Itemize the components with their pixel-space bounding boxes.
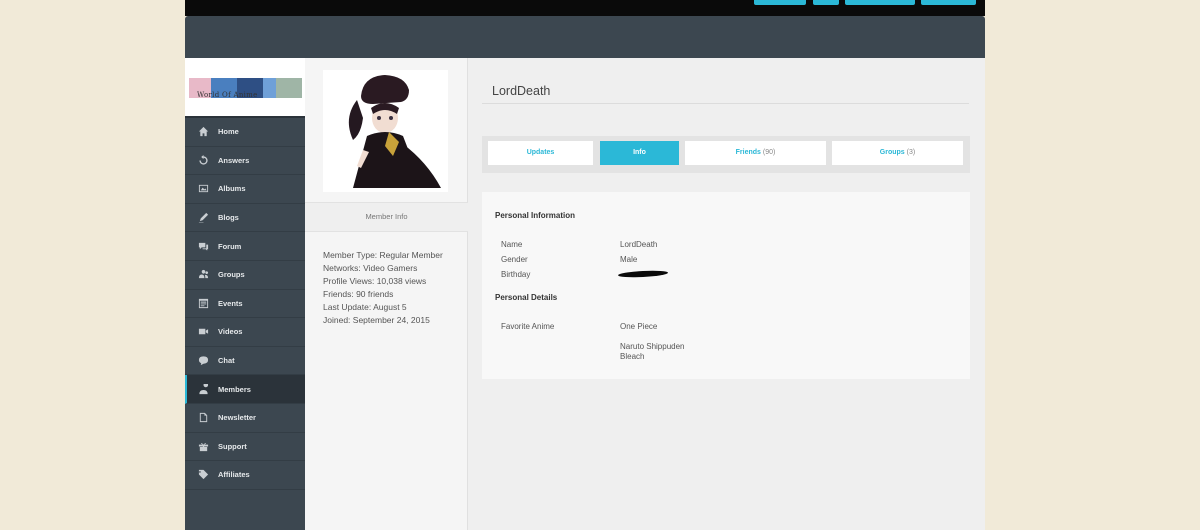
member-info-header: Member Info: [305, 202, 468, 232]
favorite-anime-3: Bleach: [620, 352, 645, 361]
personal-information-heading: Personal Information: [495, 211, 576, 220]
sidebar-item-label: Forum: [218, 241, 242, 251]
favorite-anime-2: Naruto Shippuden: [620, 342, 685, 351]
video-camera-icon: [196, 326, 210, 338]
gender-value: Male: [620, 255, 638, 264]
sidebar-item-label: Videos: [218, 327, 243, 337]
profile-tabs: Updates Info Friends (90) Groups (3): [482, 136, 970, 173]
sidebar: World Of Anime Home Answers Albums Blogs For…: [185, 58, 305, 530]
logo-art-5: [276, 78, 302, 98]
tab-info[interactable]: Info: [600, 141, 679, 165]
sidebar-item-chat[interactable]: Chat: [185, 347, 305, 376]
member-info-list: Member Type: Regular Member Networks: Vi…: [323, 249, 443, 327]
divider: [482, 103, 969, 104]
pen-icon: [196, 212, 210, 224]
tab-friends-count: (90): [762, 149, 776, 156]
sidebar-item-home[interactable]: Home: [185, 118, 305, 147]
document-icon: [196, 412, 210, 424]
sidebar-item-label: Events: [218, 298, 243, 308]
tab-groups[interactable]: Groups (3): [832, 141, 963, 165]
birthday-redaction: [617, 269, 669, 279]
sidebar-item-label: Answers: [218, 155, 250, 165]
sidebar-item-label: Chat: [218, 356, 235, 366]
tab-updates-label: Updates: [526, 149, 555, 156]
name-label: Name: [501, 240, 523, 249]
profile-main: LordDeath Updates Info Friends (90) Grou…: [468, 58, 985, 530]
tab-updates[interactable]: Updates: [488, 141, 593, 165]
profile-username: LordDeath: [492, 84, 551, 98]
birthday-label: Birthday: [501, 270, 531, 279]
sidebar-item-groups[interactable]: Groups: [185, 261, 305, 290]
chat-bubble-icon: [196, 355, 210, 367]
last-update: Last Update: August 5: [323, 302, 407, 312]
tab-groups-label: Groups: [879, 149, 905, 156]
top-nav-button-2[interactable]: [813, 0, 839, 5]
sidebar-item-label: Home: [218, 127, 239, 137]
gift-icon: [196, 440, 210, 452]
member-info-column: Member Info Member Type: Regular Member …: [305, 58, 468, 530]
tag-icon: [196, 469, 210, 481]
sidebar-item-label: Members: [218, 384, 251, 394]
sidebar-item-members[interactable]: Members: [185, 375, 305, 404]
name-value: LordDeath: [620, 240, 658, 249]
top-nav-button-3[interactable]: [845, 0, 915, 5]
sidebar-item-blogs[interactable]: Blogs: [185, 204, 305, 233]
refresh-icon: [196, 154, 210, 166]
tab-friends-label: Friends: [735, 149, 761, 156]
tab-friends[interactable]: Friends (90): [685, 141, 826, 165]
member-type: Member Type: Regular Member: [323, 250, 443, 260]
home-icon: [196, 126, 210, 138]
sidebar-item-events[interactable]: Events: [185, 290, 305, 319]
member-icon: [196, 383, 210, 395]
tab-info-label: Info: [633, 149, 646, 156]
sidebar-item-albums[interactable]: Albums: [185, 175, 305, 204]
sidebar-item-support[interactable]: Support: [185, 433, 305, 462]
sidebar-item-forum[interactable]: Forum: [185, 232, 305, 261]
profile-views: Profile Views: 10,038 views: [323, 276, 427, 286]
calendar-list-icon: [196, 297, 210, 309]
top-bar: [185, 0, 985, 16]
friends-count: Friends: 90 friends: [323, 289, 394, 299]
logo-wordmark: World Of Anime: [197, 91, 258, 99]
sidebar-item-label: Albums: [218, 184, 246, 194]
sidebar-item-affiliates[interactable]: Affiliates: [185, 461, 305, 490]
member-networks: Networks: Video Gamers: [323, 263, 418, 273]
speech-bubbles-icon: [196, 240, 210, 252]
top-nav-button-4[interactable]: [921, 0, 976, 5]
favorite-anime-label: Favorite Anime: [501, 322, 555, 331]
users-icon: [196, 269, 210, 281]
sidebar-item-label: Groups: [218, 270, 245, 280]
top-nav-button-1[interactable]: [754, 0, 806, 5]
tab-groups-count: (3): [906, 149, 916, 156]
gender-label: Gender: [501, 255, 528, 264]
sidebar-item-label: Newsletter: [218, 413, 256, 423]
sidebar-item-label: Affiliates: [218, 470, 250, 480]
sidebar-item-answers[interactable]: Answers: [185, 147, 305, 176]
sidebar-item-newsletter[interactable]: Newsletter: [185, 404, 305, 433]
sidebar-item-videos[interactable]: Videos: [185, 318, 305, 347]
image-icon: [196, 183, 210, 195]
sidebar-item-label: Support: [218, 441, 247, 451]
joined-date: Joined: September 24, 2015: [323, 315, 430, 325]
site-logo[interactable]: World Of Anime: [185, 58, 305, 118]
personal-details-heading: Personal Details: [495, 293, 558, 302]
sidebar-item-label: Blogs: [218, 213, 239, 223]
site-header: [185, 16, 985, 58]
info-card: Personal Information Name LordDeath Gend…: [482, 192, 970, 379]
avatar[interactable]: [323, 70, 448, 192]
favorite-anime-1: One Piece: [620, 322, 658, 331]
